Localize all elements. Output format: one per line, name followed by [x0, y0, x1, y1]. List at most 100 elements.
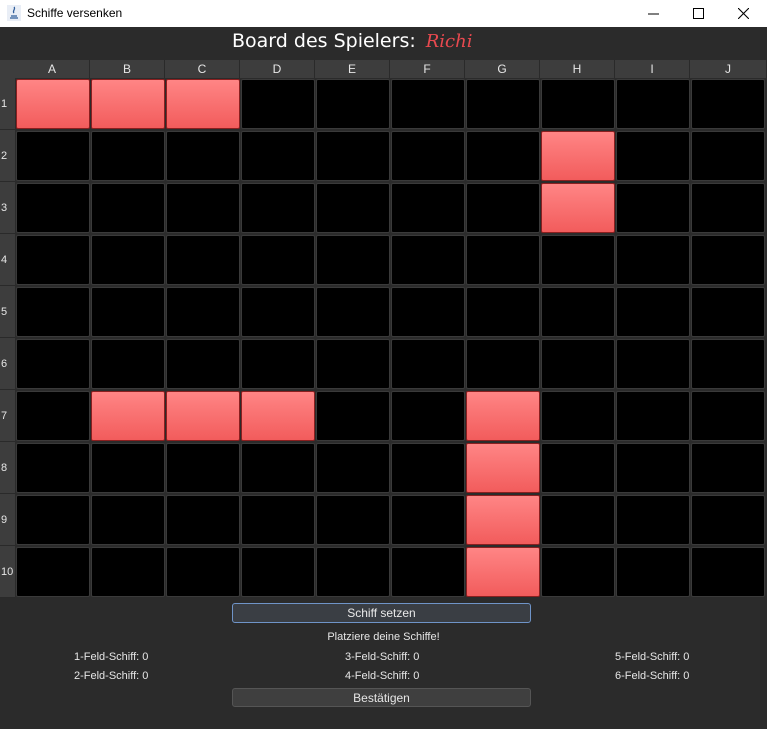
board-cell[interactable] — [541, 287, 615, 337]
board-cell[interactable] — [616, 235, 690, 285]
board-cell[interactable] — [616, 547, 690, 597]
board-cell[interactable] — [91, 131, 165, 181]
maximize-button[interactable] — [676, 0, 720, 27]
board-cell[interactable] — [316, 287, 390, 337]
board-cell[interactable] — [541, 391, 615, 441]
board-cell[interactable] — [616, 131, 690, 181]
board-cell[interactable] — [241, 183, 315, 233]
board-cell[interactable] — [316, 183, 390, 233]
board-cell[interactable] — [541, 495, 615, 545]
board-cell[interactable] — [166, 547, 240, 597]
board-cell[interactable] — [241, 235, 315, 285]
board-cell[interactable] — [466, 339, 540, 389]
ship-cell[interactable] — [466, 495, 540, 545]
board-cell[interactable] — [541, 339, 615, 389]
board-cell[interactable] — [691, 391, 765, 441]
board-cell[interactable] — [166, 287, 240, 337]
board-cell[interactable] — [616, 443, 690, 493]
ship-cell[interactable] — [166, 79, 240, 129]
board-cell[interactable] — [316, 79, 390, 129]
ship-cell[interactable] — [91, 391, 165, 441]
board-cell[interactable] — [91, 547, 165, 597]
board-cell[interactable] — [241, 131, 315, 181]
board-cell[interactable] — [16, 547, 90, 597]
board-cell[interactable] — [466, 79, 540, 129]
board-cell[interactable] — [691, 131, 765, 181]
ship-cell[interactable] — [466, 391, 540, 441]
board-cell[interactable] — [16, 235, 90, 285]
board-cell[interactable] — [691, 287, 765, 337]
board-cell[interactable] — [316, 495, 390, 545]
board-cell[interactable] — [91, 443, 165, 493]
ship-cell[interactable] — [241, 391, 315, 441]
ship-cell[interactable] — [16, 79, 90, 129]
board-cell[interactable] — [241, 443, 315, 493]
board-cell[interactable] — [166, 235, 240, 285]
board-cell[interactable] — [241, 287, 315, 337]
board-cell[interactable] — [16, 495, 90, 545]
board-cell[interactable] — [541, 235, 615, 285]
ship-cell[interactable] — [91, 79, 165, 129]
board-cell[interactable] — [691, 79, 765, 129]
board-cell[interactable] — [391, 79, 465, 129]
board-cell[interactable] — [616, 339, 690, 389]
board-cell[interactable] — [166, 443, 240, 493]
set-ship-button[interactable]: Schiff setzen — [232, 603, 531, 623]
ship-cell[interactable] — [166, 391, 240, 441]
confirm-button[interactable]: Bestätigen — [232, 688, 531, 707]
board-cell[interactable] — [541, 547, 615, 597]
board-cell[interactable] — [91, 235, 165, 285]
board-cell[interactable] — [691, 183, 765, 233]
board-cell[interactable] — [241, 79, 315, 129]
board-cell[interactable] — [166, 339, 240, 389]
board-cell[interactable] — [391, 391, 465, 441]
board-cell[interactable] — [316, 547, 390, 597]
board-cell[interactable] — [616, 287, 690, 337]
board-cell[interactable] — [391, 183, 465, 233]
board-cell[interactable] — [391, 235, 465, 285]
board-cell[interactable] — [16, 443, 90, 493]
board-cell[interactable] — [316, 131, 390, 181]
board-cell[interactable] — [16, 391, 90, 441]
board-cell[interactable] — [241, 547, 315, 597]
board-cell[interactable] — [91, 287, 165, 337]
board-cell[interactable] — [691, 443, 765, 493]
board-cell[interactable] — [466, 235, 540, 285]
board-cell[interactable] — [16, 287, 90, 337]
board-cell[interactable] — [616, 391, 690, 441]
board-cell[interactable] — [466, 287, 540, 337]
board-cell[interactable] — [316, 339, 390, 389]
ship-cell[interactable] — [541, 183, 615, 233]
board-cell[interactable] — [316, 391, 390, 441]
board-cell[interactable] — [691, 547, 765, 597]
board-cell[interactable] — [16, 339, 90, 389]
board-cell[interactable] — [241, 339, 315, 389]
board-cell[interactable] — [391, 547, 465, 597]
board-cell[interactable] — [16, 183, 90, 233]
board-cell[interactable] — [166, 131, 240, 181]
board-cell[interactable] — [616, 495, 690, 545]
board-cell[interactable] — [691, 495, 765, 545]
board-cell[interactable] — [91, 183, 165, 233]
board-cell[interactable] — [391, 495, 465, 545]
board-cell[interactable] — [391, 131, 465, 181]
board-cell[interactable] — [241, 495, 315, 545]
board-cell[interactable] — [166, 495, 240, 545]
board-cell[interactable] — [316, 235, 390, 285]
board-cell[interactable] — [166, 183, 240, 233]
board-cell[interactable] — [541, 443, 615, 493]
board-cell[interactable] — [466, 131, 540, 181]
minimize-button[interactable] — [631, 0, 675, 27]
board-cell[interactable] — [16, 131, 90, 181]
ship-cell[interactable] — [541, 131, 615, 181]
board-cell[interactable] — [91, 339, 165, 389]
board-cell[interactable] — [391, 339, 465, 389]
board-cell[interactable] — [91, 495, 165, 545]
board-cell[interactable] — [541, 79, 615, 129]
board-cell[interactable] — [616, 79, 690, 129]
board-cell[interactable] — [691, 235, 765, 285]
board-cell[interactable] — [691, 339, 765, 389]
board-cell[interactable] — [466, 183, 540, 233]
board-cell[interactable] — [316, 443, 390, 493]
board-cell[interactable] — [616, 183, 690, 233]
